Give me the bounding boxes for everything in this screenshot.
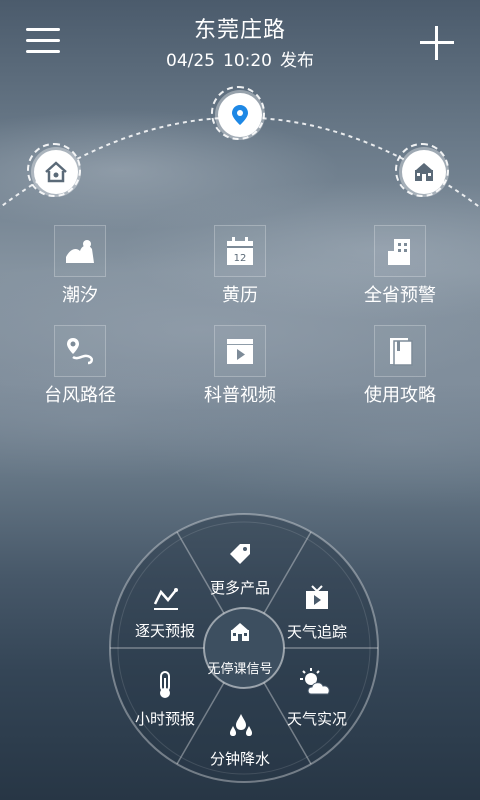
tile-label: 科普视频 — [204, 385, 276, 406]
tide-wave-icon — [66, 240, 94, 263]
school-icon — [415, 163, 433, 181]
sun-cloud-icon — [300, 668, 330, 695]
tile-science-video[interactable]: 科普视频 — [180, 325, 300, 407]
tile-label: 台风路径 — [44, 385, 116, 406]
wheel-segment-label: 小时预报 — [134, 710, 195, 728]
wheel-segment-daily-forecast[interactable]: 逐天预报 — [120, 582, 210, 652]
calendar-badge: 12 — [234, 253, 247, 264]
center-status-button[interactable]: 无停课信号 — [200, 610, 280, 690]
tile-icon-box: 12 — [214, 225, 266, 277]
wheel-segment-label: 分钟降水 — [209, 750, 270, 768]
location-pin-icon — [232, 105, 248, 125]
raindrops-icon — [230, 714, 252, 736]
tile-icon-box — [374, 325, 426, 377]
wheel-segment-label: 逐天预报 — [134, 622, 195, 640]
tile-icon-box — [374, 225, 426, 277]
tile-label: 使用攻略 — [364, 385, 436, 406]
tile-tide[interactable]: 潮汐 — [20, 225, 140, 307]
arc-node-home[interactable] — [27, 143, 81, 197]
tile-icon-box — [54, 325, 106, 377]
video-clapper-icon — [227, 339, 253, 364]
wheel-segment-weather-tracking[interactable]: 天气追踪 — [272, 582, 362, 652]
arc-node-current-location[interactable] — [211, 86, 265, 140]
tile-icon-box — [214, 325, 266, 377]
tile-icon-box — [54, 225, 106, 277]
tv-icon — [306, 585, 328, 609]
arc-node-school[interactable] — [395, 143, 449, 197]
home-icon — [45, 161, 67, 183]
typhoon-route-icon — [67, 338, 93, 365]
wheel-segment-weather-live[interactable]: 天气实况 — [272, 668, 362, 738]
buildings-icon — [388, 239, 410, 265]
guide-book-icon — [390, 338, 413, 366]
tile-almanac[interactable]: 12 黄历 — [180, 225, 300, 307]
tile-label: 全省预警 — [364, 285, 436, 306]
tile-typhoon-route[interactable]: 台风路径 — [20, 325, 140, 407]
thermometer-icon — [160, 671, 170, 698]
tile-label: 黄历 — [222, 285, 258, 306]
tag-icon — [230, 544, 250, 564]
wheel-segment-label: 天气实况 — [286, 710, 347, 728]
school-icon — [231, 623, 249, 641]
trend-line-icon — [153, 588, 178, 610]
wheel-segment-hourly-forecast[interactable]: 小时预报 — [120, 668, 210, 738]
tile-usage-guide[interactable]: 使用攻略 — [340, 325, 460, 407]
tile-label: 潮汐 — [62, 285, 98, 306]
calendar-icon: 12 — [227, 237, 253, 265]
tile-province-warning[interactable]: 全省预警 — [340, 225, 460, 307]
wheel-segment-label: 天气追踪 — [286, 623, 347, 641]
